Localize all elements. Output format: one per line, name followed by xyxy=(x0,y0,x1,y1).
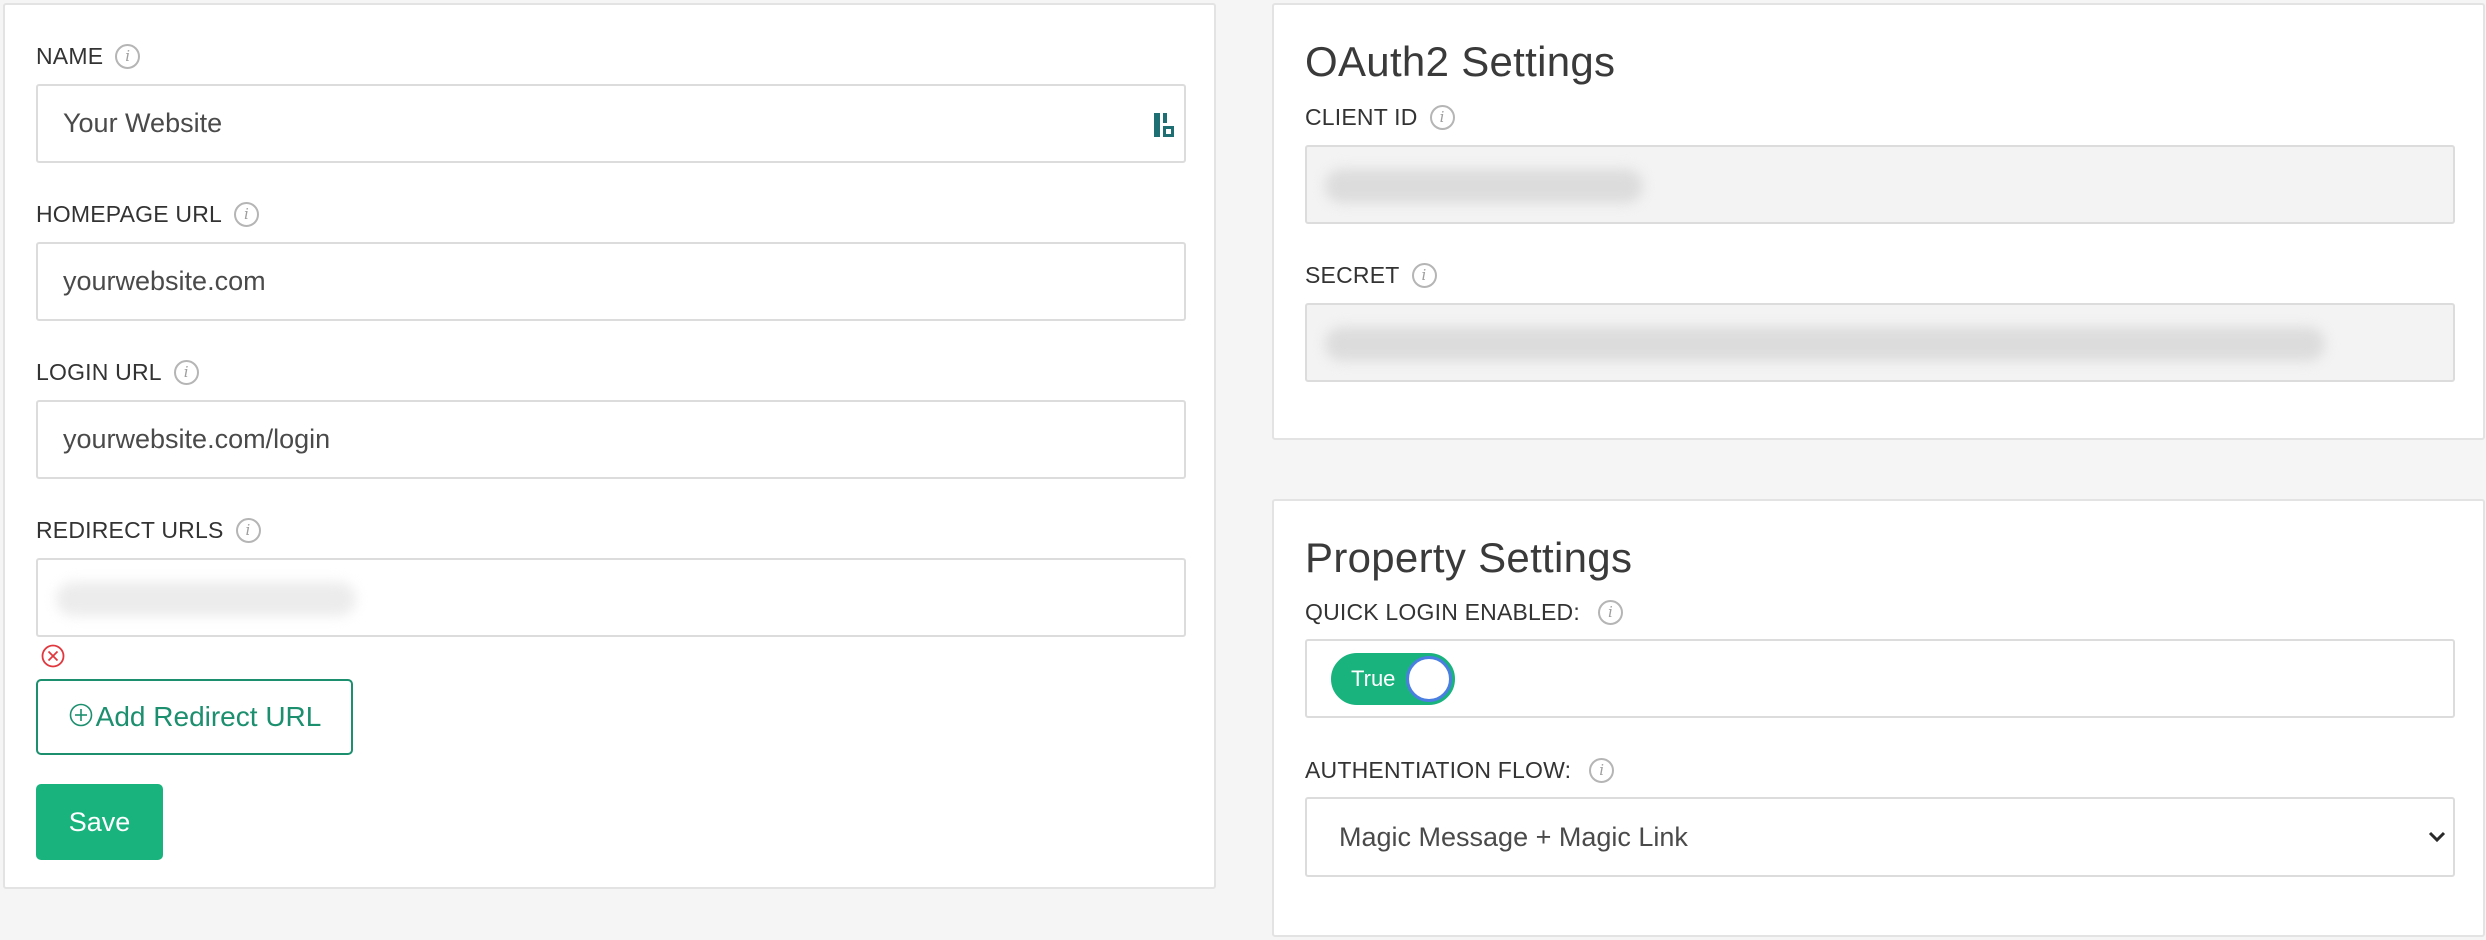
info-icon[interactable]: i xyxy=(173,360,199,385)
add-redirect-url-label: Add Redirect URL xyxy=(95,701,322,732)
secret-label: SECRET xyxy=(1305,262,1400,288)
toggle-label: True xyxy=(1351,666,1396,691)
login-url-value: yourwebsite.com/login xyxy=(63,424,331,454)
password-manager-icon[interactable] xyxy=(1152,111,1176,139)
name-input-value: Your Website xyxy=(63,108,223,138)
property-settings-panel: Property Settings QUICK LOGIN ENABLED: i… xyxy=(1272,499,2485,937)
oauth2-settings-panel: OAuth2 Settings CLIENT ID i SECRET i xyxy=(1272,3,2485,440)
login-url-label: LOGIN URL xyxy=(36,359,162,385)
quick-login-label-row: QUICK LOGIN ENABLED: i xyxy=(1305,599,1623,626)
name-label: NAME xyxy=(36,43,104,69)
info-icon[interactable]: i xyxy=(115,44,141,69)
homepage-url-value: yourwebsite.com xyxy=(63,266,266,296)
redacted-client-id xyxy=(1325,169,1643,203)
chevron-down-icon xyxy=(2428,831,2446,843)
name-input[interactable]: Your Website xyxy=(36,84,1186,163)
toggle-knob xyxy=(1406,656,1452,702)
info-icon[interactable]: i xyxy=(1411,263,1437,288)
auth-flow-label: AUTHENTIATION FLOW: xyxy=(1305,757,1572,783)
application-settings-panel: NAME i Your Website HOMEPAGE URL i yourw… xyxy=(3,3,1216,889)
info-icon[interactable]: i xyxy=(1589,758,1615,783)
property-settings-title: Property Settings xyxy=(1305,534,1633,581)
auth-flow-label-row: AUTHENTIATION FLOW: i xyxy=(1305,757,1615,784)
redacted-secret xyxy=(1325,327,2325,361)
login-url-label-row: LOGIN URL i xyxy=(36,359,199,386)
quick-login-field: True xyxy=(1305,639,2455,718)
info-icon[interactable]: i xyxy=(1597,600,1623,625)
quick-login-toggle[interactable]: True xyxy=(1331,653,1455,705)
homepage-url-input[interactable]: yourwebsite.com xyxy=(36,242,1186,321)
oauth2-settings-title: OAuth2 Settings xyxy=(1305,38,1616,85)
redirect-url-input[interactable] xyxy=(36,558,1186,637)
info-icon[interactable]: i xyxy=(234,202,260,227)
quick-login-label: QUICK LOGIN ENABLED: xyxy=(1305,599,1580,625)
homepage-url-label: HOMEPAGE URL xyxy=(36,201,223,227)
add-redirect-url-button[interactable]: Add Redirect URL xyxy=(36,679,353,755)
secret-field[interactable] xyxy=(1305,303,2455,382)
plus-circle-icon xyxy=(69,703,92,727)
redacted-redirect-url xyxy=(56,582,356,616)
remove-circle-icon[interactable] xyxy=(40,643,66,669)
client-id-label-row: CLIENT ID i xyxy=(1305,104,1455,131)
secret-label-row: SECRET i xyxy=(1305,262,1437,289)
login-url-input[interactable]: yourwebsite.com/login xyxy=(36,400,1186,479)
redirect-urls-label: REDIRECT URLS xyxy=(36,517,224,543)
auth-flow-select[interactable]: Magic Message + Magic Link xyxy=(1305,797,2455,877)
info-icon[interactable]: i xyxy=(1429,105,1455,130)
save-button-label: Save xyxy=(68,806,131,837)
auth-flow-selected-value: Magic Message + Magic Link xyxy=(1339,821,1688,852)
homepage-url-label-row: HOMEPAGE URL i xyxy=(36,201,260,228)
name-label-row: NAME i xyxy=(36,43,141,70)
client-id-label: CLIENT ID xyxy=(1305,104,1418,130)
info-icon[interactable]: i xyxy=(235,518,261,543)
save-button[interactable]: Save xyxy=(36,784,163,860)
redirect-urls-label-row: REDIRECT URLS i xyxy=(36,517,261,544)
client-id-field[interactable] xyxy=(1305,145,2455,224)
